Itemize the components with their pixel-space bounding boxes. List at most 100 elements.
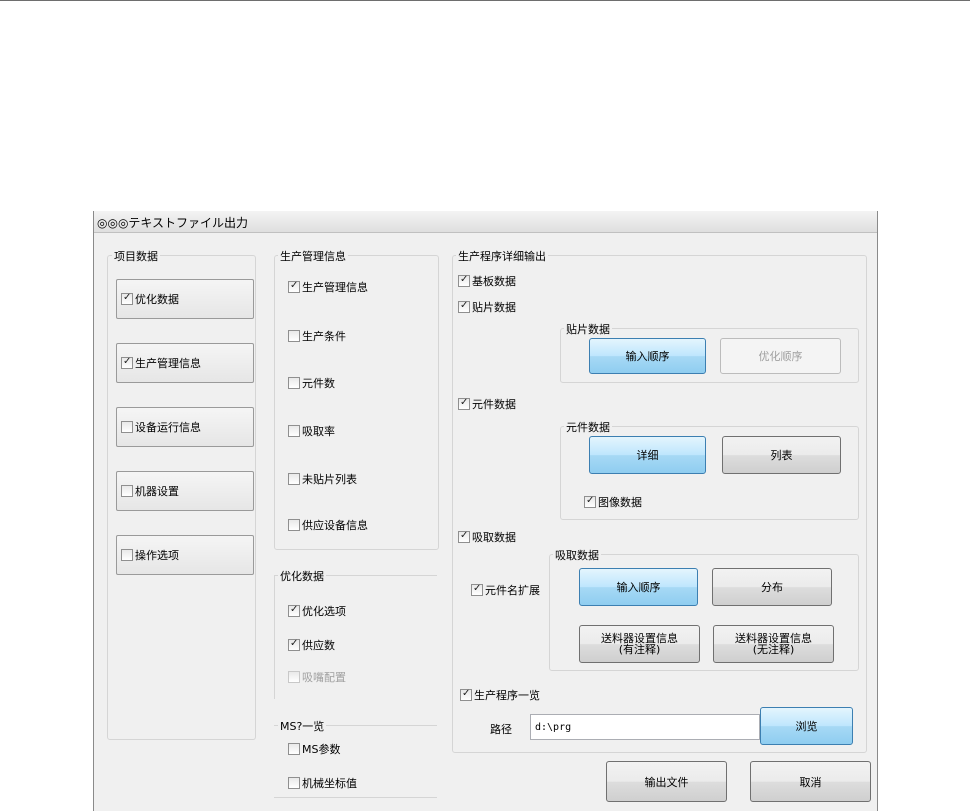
path-input[interactable]	[530, 714, 760, 740]
checkbox-box	[458, 274, 470, 287]
project-data-label: 项目数据	[112, 248, 160, 264]
checkbox-box	[460, 688, 472, 701]
equipment-checkbox[interactable]: 设备运行信息	[121, 419, 201, 435]
checkbox-label: 供应设备信息	[302, 519, 368, 532]
checkbox-label: 生产管理信息	[135, 357, 201, 370]
ms-params-checkbox[interactable]: MS参数	[288, 741, 340, 757]
dialog-window: ◎◎◎テキストファイル出力 项目数据 优化数据 生产管理信息 设备运行信息 机器…	[93, 211, 878, 811]
checkbox-box	[458, 530, 470, 543]
checkbox-box	[288, 280, 300, 293]
pickup-subgroup-label: 吸取数据	[553, 547, 601, 563]
unmounted-list-checkbox[interactable]: 未贴片列表	[288, 471, 357, 487]
feeder-without-comment-button[interactable]: 送料器设置信息 (无注释)	[713, 625, 834, 663]
checkbox-box	[458, 300, 470, 313]
checkbox-box	[471, 583, 483, 596]
checkbox-box	[584, 495, 596, 508]
program-detail-label: 生产程序详细输出	[456, 248, 548, 264]
pickup-rate-checkbox[interactable]: 吸取率	[288, 423, 335, 439]
checkbox-label: 供应数	[302, 639, 335, 652]
checkbox-label: 图像数据	[598, 496, 642, 509]
checkbox-box	[121, 485, 133, 497]
checkbox-label: 优化选项	[302, 605, 346, 618]
top-border-line	[0, 0, 970, 1]
machine-checkbox[interactable]: 机器设置	[121, 483, 179, 499]
optimize-group-edge	[274, 575, 275, 699]
checkbox-label: 操作选项	[135, 549, 179, 562]
component-name-ext-checkbox[interactable]: 元件名扩展	[471, 582, 540, 598]
checkbox-label: MS参数	[302, 743, 341, 756]
pickup-data-checkbox[interactable]: 吸取数据	[458, 529, 516, 545]
project-item-production[interactable]: 生产管理信息	[116, 343, 254, 383]
mount-optimize-order-button: 优化顺序	[720, 338, 841, 374]
checkbox-box	[288, 519, 300, 531]
production-info-checkbox[interactable]: 生产管理信息	[288, 279, 368, 295]
browse-button[interactable]: 浏览	[760, 707, 853, 745]
checkbox-label: 元件数据	[472, 398, 516, 411]
checkbox-box	[121, 356, 133, 369]
checkbox-box	[121, 421, 133, 433]
button-line-2: (有注释)	[618, 643, 661, 656]
pickup-distribution-button[interactable]: 分布	[712, 568, 832, 606]
board-data-checkbox[interactable]: 基板数据	[458, 273, 516, 289]
checkbox-label: 元件数	[302, 377, 335, 390]
checkbox-box	[288, 777, 300, 789]
project-item-optimize[interactable]: 优化数据	[116, 279, 254, 319]
button-line-2: (无注释)	[752, 643, 795, 656]
checkbox-label: 吸取数据	[472, 531, 516, 544]
checkbox-label: 机械坐标值	[302, 777, 357, 790]
production-info-label: 生产管理信息	[278, 248, 348, 264]
project-item-machine[interactable]: 机器设置	[116, 471, 254, 511]
operation-checkbox[interactable]: 操作选项	[121, 547, 179, 563]
checkbox-label: 基板数据	[472, 275, 516, 288]
nozzle-config-checkbox: 吸嘴配置	[288, 669, 346, 685]
checkbox-box	[288, 638, 300, 651]
optimize-options-checkbox[interactable]: 优化选项	[288, 603, 346, 619]
component-data-checkbox[interactable]: 元件数据	[458, 396, 516, 412]
production-checkbox[interactable]: 生产管理信息	[121, 355, 201, 371]
checkbox-label: 吸嘴配置	[302, 671, 346, 684]
production-conditions-checkbox[interactable]: 生产条件	[288, 328, 346, 344]
production-info-group	[274, 255, 439, 550]
checkbox-box	[288, 425, 300, 437]
component-count-checkbox[interactable]: 元件数	[288, 375, 335, 391]
checkbox-label: 吸取率	[302, 425, 335, 438]
component-list-button[interactable]: 列表	[722, 436, 841, 474]
checkbox-box	[288, 330, 300, 342]
optimize-data-label: 优化数据	[278, 568, 326, 584]
ms-bottom-separator	[274, 797, 437, 798]
cancel-button[interactable]: 取消	[750, 761, 871, 802]
component-subgroup-label: 元件数据	[564, 419, 612, 435]
machine-coords-checkbox[interactable]: 机械坐标值	[288, 775, 357, 791]
pickup-input-order-button[interactable]: 输入顺序	[579, 568, 698, 606]
checkbox-box	[121, 292, 133, 305]
checkbox-label: 优化数据	[135, 293, 179, 306]
mount-data-checkbox[interactable]: 贴片数据	[458, 299, 516, 315]
supply-count-checkbox[interactable]: 供应数	[288, 637, 335, 653]
checkbox-box	[288, 743, 300, 755]
supply-equipment-checkbox[interactable]: 供应设备信息	[288, 517, 368, 533]
path-label: 路径	[490, 723, 512, 736]
output-file-button[interactable]: 输出文件	[606, 761, 727, 802]
image-data-checkbox[interactable]: 图像数据	[584, 494, 642, 510]
project-item-equipment[interactable]: 设备运行信息	[116, 407, 254, 447]
mount-input-order-button[interactable]: 输入顺序	[589, 338, 706, 374]
checkbox-box	[458, 397, 470, 410]
checkbox-label: 生产程序一览	[474, 689, 540, 702]
component-detail-button[interactable]: 详细	[589, 436, 706, 474]
checkbox-label: 元件名扩展	[485, 584, 540, 597]
checkbox-label: 未贴片列表	[302, 473, 357, 486]
program-list-checkbox[interactable]: 生产程序一览	[460, 687, 540, 703]
checkbox-label: 生产条件	[302, 330, 346, 343]
checkbox-box	[288, 671, 300, 683]
checkbox-box	[288, 473, 300, 485]
project-item-operation[interactable]: 操作选项	[116, 535, 254, 575]
title-bar[interactable]: ◎◎◎テキストファイル出力	[94, 211, 877, 233]
mount-subgroup-label: 贴片数据	[564, 321, 612, 337]
optimize-checkbox[interactable]: 优化数据	[121, 291, 179, 307]
checkbox-box	[121, 549, 133, 561]
checkbox-label: 设备运行信息	[135, 421, 201, 434]
feeder-with-comment-button[interactable]: 送料器设置信息 (有注释)	[579, 625, 700, 663]
checkbox-label: 生产管理信息	[302, 281, 368, 294]
checkbox-label: 机器设置	[135, 485, 179, 498]
checkbox-box	[288, 377, 300, 389]
